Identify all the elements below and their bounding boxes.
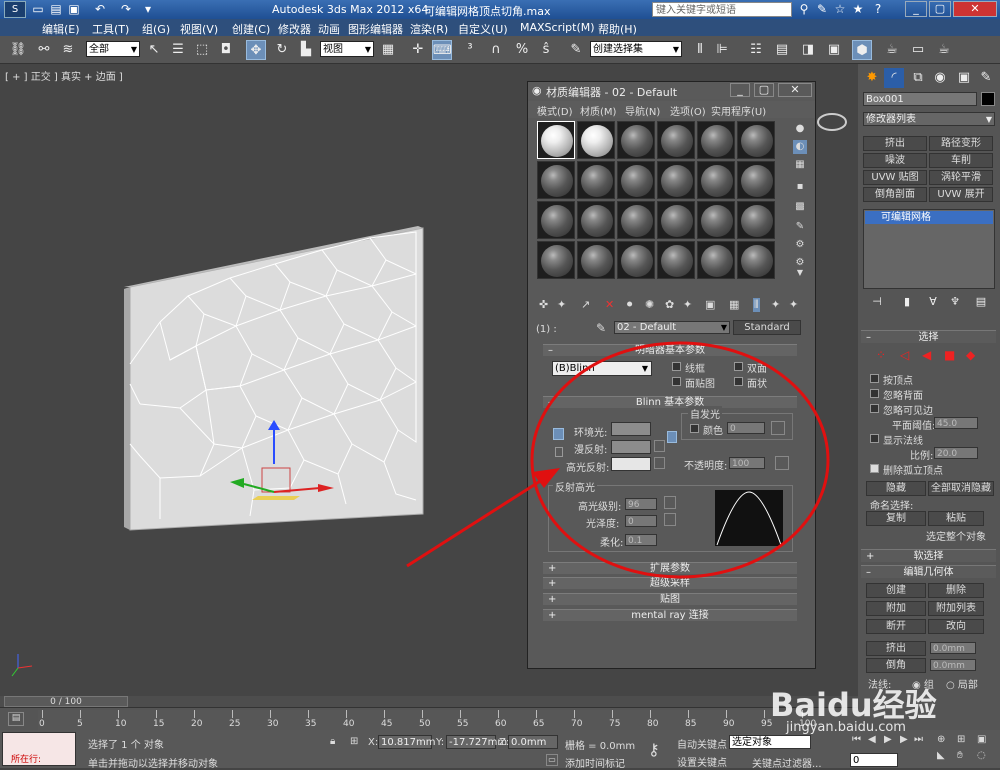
set-key-label[interactable]: 设置关键点 bbox=[677, 754, 727, 769]
annotation-ellipse bbox=[530, 341, 830, 579]
timeline-tick-label: 100 bbox=[799, 719, 817, 729]
timeline-tick bbox=[536, 710, 537, 718]
auto-key-button[interactable]: 自动关键点 bbox=[677, 736, 727, 751]
timeline-tick bbox=[688, 710, 689, 718]
selection-lock-icon[interactable]: 🔒︎ bbox=[330, 736, 335, 747]
timeline-tick bbox=[650, 710, 651, 718]
absolute-mode-icon[interactable]: ⊞ bbox=[350, 736, 358, 747]
timeline-tick bbox=[802, 710, 803, 718]
timeline-tick bbox=[232, 710, 233, 718]
timeline-tick-label: 35 bbox=[305, 719, 317, 729]
timeline-tick bbox=[726, 710, 727, 718]
zoom-all-icon[interactable]: ⊞ bbox=[957, 734, 965, 745]
playback-controls: ⏮︎ ◀ ▶ ▶ ⏭︎ bbox=[850, 734, 930, 750]
time-slider-thumb[interactable]: 0 / 100 bbox=[4, 696, 128, 707]
timeline-tick bbox=[346, 710, 347, 718]
zoom-extents-icon[interactable]: ▣ bbox=[977, 734, 986, 745]
timeline-tick-label: 85 bbox=[685, 719, 697, 729]
timeline-tick-label: 65 bbox=[533, 719, 545, 729]
timeline-tick bbox=[460, 710, 461, 718]
y-label: Y: bbox=[436, 737, 445, 748]
timeline-tick bbox=[156, 710, 157, 718]
pan-icon[interactable]: ✋︎ bbox=[957, 750, 963, 761]
timeline-tick-label: 45 bbox=[381, 719, 393, 729]
zoom-icon[interactable]: ⊕ bbox=[937, 734, 945, 745]
next-frame-icon[interactable]: ▶ bbox=[900, 734, 908, 745]
timeline-tick bbox=[194, 710, 195, 718]
go-to-end-icon[interactable]: ⏭︎ bbox=[914, 734, 923, 745]
time-tag-icon[interactable]: ▭ bbox=[546, 754, 558, 766]
y-coordinate-field[interactable]: -17.727mm bbox=[446, 735, 507, 749]
timeline-tick bbox=[118, 710, 119, 718]
timeline-tick bbox=[612, 710, 613, 718]
timeline-tick bbox=[764, 710, 765, 718]
time-slider[interactable]: 0 / 100 bbox=[0, 696, 858, 708]
timeline-tick-label: 75 bbox=[609, 719, 621, 729]
timeline-tick-label: 15 bbox=[153, 719, 165, 729]
field-of-view-icon[interactable]: ◣ bbox=[937, 750, 945, 761]
maxscript-line-label: 所在行: bbox=[11, 755, 42, 765]
orbit-icon[interactable]: ◌ bbox=[977, 750, 986, 761]
viewport-nav-controls: ⊕ ⊞ ▣ ◣ ✋︎ ◌ bbox=[935, 732, 999, 766]
timeline-tick bbox=[308, 710, 309, 718]
timeline-tick bbox=[498, 710, 499, 718]
timeline-tick-label: 20 bbox=[191, 719, 203, 729]
x-label: X: bbox=[368, 737, 379, 748]
timeline-tick bbox=[42, 710, 43, 718]
current-frame-field[interactable]: 0 bbox=[850, 753, 898, 767]
z-coordinate-field[interactable]: 0.0mm bbox=[508, 735, 558, 749]
timeline-tick-label: 30 bbox=[267, 719, 279, 729]
timeline-tick bbox=[422, 710, 423, 718]
grid-size-text: 栅格 = 0.0mm bbox=[565, 741, 636, 752]
timeline-tick-label: 50 bbox=[419, 719, 431, 729]
track-bar[interactable]: 0 5 10 15 20 25 30 35 40 45 50 55 60 65 70 75 80 85 90 95 10… bbox=[38, 710, 856, 730]
selection-count: 选择了 1 个 对象 bbox=[88, 740, 164, 751]
annotation-overlay bbox=[406, 341, 830, 579]
timeline-tick-label: 60 bbox=[495, 719, 507, 729]
timeline-tick-label: 0 bbox=[39, 719, 45, 729]
timeline-tick-label: 80 bbox=[647, 719, 659, 729]
timeline-tick bbox=[574, 710, 575, 718]
open-mini-curve-editor-icon[interactable]: ▤ bbox=[8, 712, 24, 726]
go-to-start-icon[interactable]: ⏮︎ bbox=[852, 734, 861, 745]
maxscript-listener[interactable]: 所在行: bbox=[2, 732, 76, 766]
timeline-tick-label: 25 bbox=[229, 719, 241, 729]
timeline-tick-label: 10 bbox=[115, 719, 127, 729]
key-selection-dropdown[interactable]: 选定对象 bbox=[729, 735, 811, 749]
annotation-arrow-line bbox=[406, 476, 546, 568]
timeline-tick bbox=[270, 710, 271, 718]
timeline-tick bbox=[80, 710, 81, 718]
timeline-tick-label: 40 bbox=[343, 719, 355, 729]
timeline-tick-label: 5 bbox=[77, 719, 83, 729]
timeline-tick-label: 95 bbox=[761, 719, 773, 729]
set-key-icon[interactable]: ⚷ bbox=[648, 740, 660, 759]
play-icon[interactable]: ▶ bbox=[884, 734, 892, 745]
timeline-tick-label: 90 bbox=[723, 719, 735, 729]
timeline-tick bbox=[384, 710, 385, 718]
previous-frame-icon[interactable]: ◀ bbox=[868, 734, 876, 745]
x-coordinate-field[interactable]: 10.817mm bbox=[378, 735, 435, 749]
timeline-tick-label: 70 bbox=[571, 719, 583, 729]
timeline-tick-label: 55 bbox=[457, 719, 469, 729]
